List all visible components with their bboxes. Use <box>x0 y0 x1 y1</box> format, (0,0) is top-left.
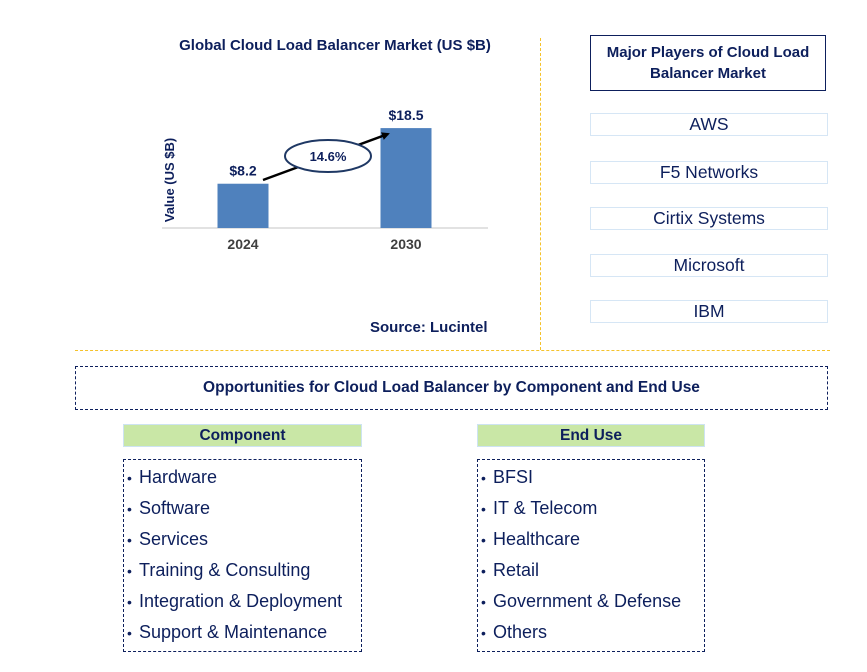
cagr-label: 14.6% <box>310 149 347 164</box>
list-item-label: IT & Telecom <box>493 498 598 518</box>
bullet-icon: • <box>481 470 486 486</box>
source-label: Source: Lucintel <box>370 319 488 336</box>
end-use-heading: End Use <box>477 424 705 447</box>
list-item: • BFSI <box>478 462 704 493</box>
list-item-label: BFSI <box>493 467 534 487</box>
list-item-label: Hardware <box>139 467 218 487</box>
list-item-label: Retail <box>493 560 540 580</box>
list-item-label: Services <box>139 529 209 549</box>
list-item: • Software <box>124 493 361 524</box>
bullet-icon: • <box>127 470 132 486</box>
bullet-icon: • <box>127 532 132 548</box>
list-item: • Integration & Deployment <box>124 586 361 617</box>
bar-2030 <box>380 128 432 228</box>
player-item: AWS <box>590 113 828 136</box>
list-item: • IT & Telecom <box>478 493 704 524</box>
horizontal-divider <box>75 350 830 351</box>
list-item-label: Healthcare <box>493 529 581 549</box>
bullet-icon: • <box>481 563 486 579</box>
player-item: Cirtix Systems <box>590 207 828 230</box>
bullet-icon: • <box>481 594 486 610</box>
list-item-label: Integration & Deployment <box>139 591 343 611</box>
bullet-icon: • <box>481 625 486 641</box>
vertical-divider <box>540 38 541 350</box>
bullet-icon: • <box>481 532 486 548</box>
bullet-icon: • <box>127 563 132 579</box>
player-item: F5 Networks <box>590 161 828 184</box>
list-item-label: Software <box>139 498 211 518</box>
list-item: • Services <box>124 524 361 555</box>
list-item: • Retail <box>478 555 704 586</box>
bar-chart: Value (US $B) $8.2 2024 $18.5 2030 14.6% <box>162 107 488 252</box>
data-label-2024: $8.2 <box>229 163 256 179</box>
bullet-icon: • <box>481 501 486 517</box>
bullet-icon: • <box>127 625 132 641</box>
list-item-label: Support & Maintenance <box>139 622 328 642</box>
y-axis-label: Value (US $B) <box>162 138 177 223</box>
player-item: IBM <box>590 300 828 323</box>
list-item: • Healthcare <box>478 524 704 555</box>
end-use-list: • BFSI • IT & Telecom • Healthcare • Retail … <box>477 459 705 652</box>
component-list: • Hardware • Software • Services • Training … <box>123 459 362 652</box>
x-tick-label-2030: 2030 <box>390 236 421 252</box>
opportunities-title: Opportunities for Cloud Load Balancer by… <box>75 366 828 410</box>
player-item: Microsoft <box>590 254 828 277</box>
list-item-label: Training & Consulting <box>139 560 311 580</box>
bullet-icon: • <box>127 501 132 517</box>
list-item: • Support & Maintenance <box>124 617 361 648</box>
players-title: Major Players of Cloud Load Balancer Mar… <box>590 35 826 91</box>
data-label-2030: $18.5 <box>388 107 423 123</box>
list-item-label: Government & Defense <box>493 591 682 611</box>
list-item-label: Others <box>493 622 548 642</box>
x-tick-label-2024: 2024 <box>227 236 258 252</box>
bar-2024 <box>217 183 269 228</box>
component-heading: Component <box>123 424 362 447</box>
list-item: • Others <box>478 617 704 648</box>
list-item: • Training & Consulting <box>124 555 361 586</box>
list-item: • Government & Defense <box>478 586 704 617</box>
bullet-icon: • <box>127 594 132 610</box>
list-item: • Hardware <box>124 462 361 493</box>
